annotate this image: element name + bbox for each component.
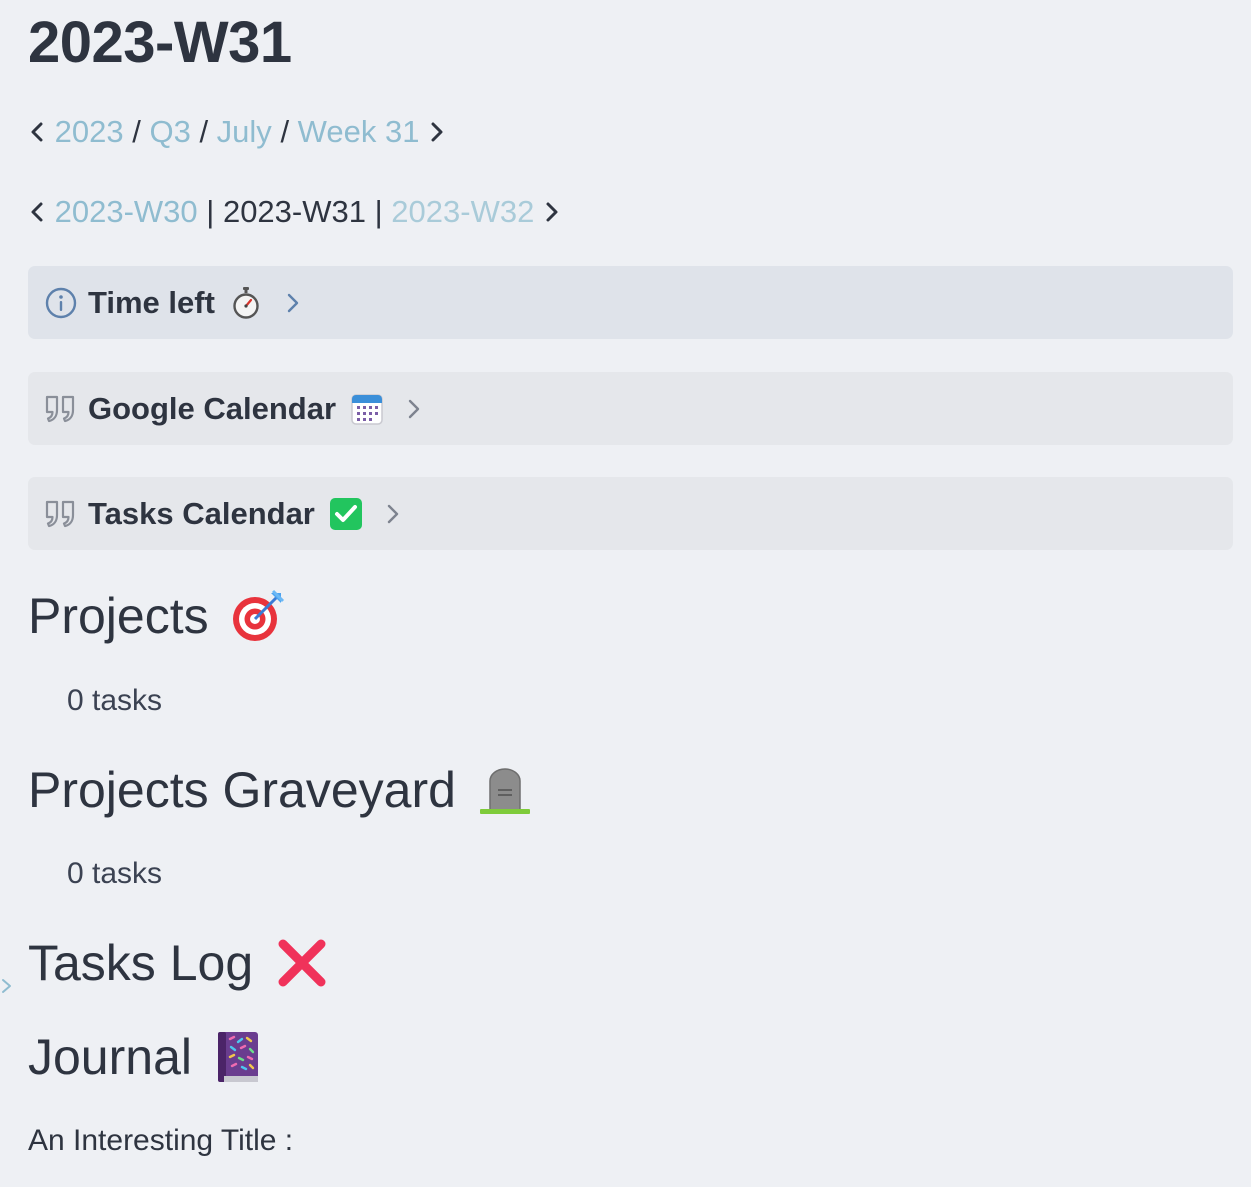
week-separator: |: [206, 194, 223, 229]
heading-text: Projects Graveyard: [28, 762, 456, 818]
next-week-link[interactable]: 2023-W32: [391, 194, 534, 229]
projects-task-count: 0 tasks: [67, 684, 163, 717]
callout-title: Tasks Calendar: [88, 495, 315, 531]
chevron-left-icon[interactable]: [28, 200, 46, 224]
callout-google-calendar[interactable]: Google Calendar: [28, 372, 1233, 445]
heading-projects: Projects: [28, 586, 285, 646]
week-separator: |: [374, 194, 392, 229]
breadcrumb-separator: /: [199, 114, 217, 149]
heading-text: Tasks Log: [28, 935, 254, 991]
breadcrumb-week[interactable]: Week 31: [298, 114, 420, 149]
heading-journal: Journal: [28, 1027, 262, 1087]
heading-text: Journal: [28, 1029, 192, 1085]
chevron-right-icon[interactable]: [404, 394, 424, 424]
breadcrumb-separator: /: [280, 114, 298, 149]
chevron-right-icon[interactable]: [428, 120, 446, 144]
callout-tasks-calendar[interactable]: Tasks Calendar: [28, 477, 1233, 550]
chevron-right-icon[interactable]: [383, 499, 403, 529]
current-week: 2023-W31: [222, 194, 366, 229]
breadcrumb: 2023 / Q3 / July / Week 31: [28, 112, 446, 152]
quote-icon: [44, 497, 78, 531]
cross-mark-icon: [275, 936, 329, 990]
direct-hit-icon: [231, 589, 285, 643]
breadcrumb-separator: /: [132, 114, 150, 149]
callout-title: Time left: [88, 284, 215, 320]
notebook-icon: [214, 1030, 262, 1084]
info-icon: [44, 286, 78, 320]
heading-tasks-log[interactable]: Tasks Log: [2, 933, 329, 993]
breadcrumb-quarter[interactable]: Q3: [149, 114, 190, 149]
page-title: 2023-W31: [28, 10, 292, 75]
callout-time-left[interactable]: Time left: [28, 266, 1233, 339]
breadcrumb-month[interactable]: July: [217, 114, 272, 149]
stopwatch-icon: [229, 286, 263, 320]
graveyard-task-count: 0 tasks: [67, 857, 163, 890]
chevron-left-icon[interactable]: [28, 120, 46, 144]
breadcrumb-year[interactable]: 2023: [55, 114, 124, 149]
check-mark-icon: [329, 497, 363, 531]
quote-icon: [44, 392, 78, 426]
heading-text: Projects: [28, 588, 209, 644]
calendar-icon: [350, 392, 384, 426]
chevron-right-icon[interactable]: [543, 200, 561, 224]
collapse-indicator-icon[interactable]: [0, 951, 14, 993]
prev-week-link[interactable]: 2023-W30: [55, 194, 198, 229]
week-navigation: 2023-W30 | 2023-W31 | 2023-W32: [28, 192, 561, 232]
journal-entry-title: An Interesting Title :: [28, 1124, 294, 1157]
chevron-right-icon[interactable]: [283, 288, 303, 318]
heading-projects-graveyard: Projects Graveyard: [28, 760, 532, 820]
headstone-icon: [478, 763, 532, 817]
callout-title: Google Calendar: [88, 390, 337, 426]
